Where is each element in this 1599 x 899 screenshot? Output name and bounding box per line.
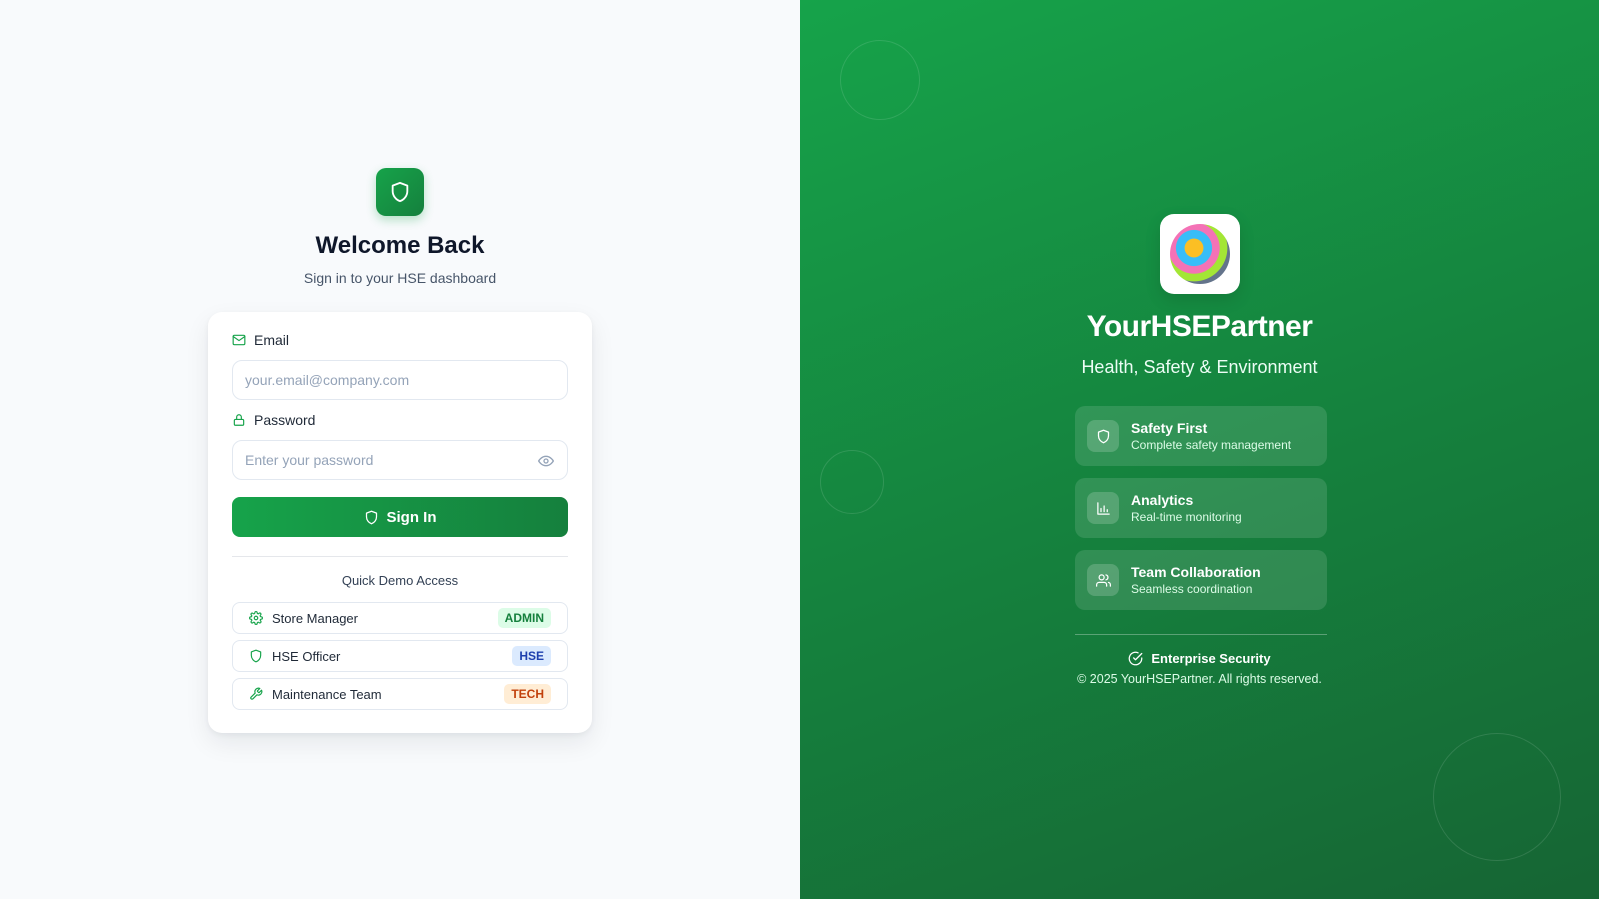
users-icon	[1087, 564, 1119, 596]
feature-title: Analytics	[1131, 492, 1194, 508]
feature-desc: Real-time monitoring	[1131, 510, 1242, 524]
page-title: Welcome Back	[315, 232, 485, 259]
demo-store-manager-button[interactable]: Store Manager ADMIN	[232, 602, 568, 634]
demo-hse-officer-button[interactable]: HSE Officer HSE	[232, 640, 568, 672]
bar-chart-icon	[1087, 492, 1119, 524]
login-card: Email Password Sign In Quick Demo Access…	[208, 312, 592, 733]
password-label-text: Password	[254, 412, 316, 428]
brand-logo	[1160, 214, 1240, 294]
brand-logo-image	[1170, 224, 1230, 284]
feature-title: Team Collaboration	[1131, 564, 1261, 580]
email-input[interactable]	[232, 360, 568, 400]
security-label: Enterprise Security	[1151, 651, 1271, 666]
login-panel: Welcome Back Sign in to your HSE dashboa…	[0, 0, 800, 899]
feature-title: Safety First	[1131, 420, 1208, 436]
feature-card-analytics: Analytics Real-time monitoring	[1075, 478, 1327, 538]
shield-icon	[250, 649, 262, 663]
decorative-circle	[1433, 733, 1561, 861]
shield-logo-icon	[376, 168, 424, 216]
sign-in-label: Sign In	[386, 508, 437, 526]
email-label: Email	[232, 332, 289, 348]
copyright: © 2025 YourHSEPartner. All rights reserv…	[1077, 672, 1322, 686]
role-badge: ADMIN	[497, 608, 551, 628]
decorative-circle	[840, 40, 920, 120]
lock-icon	[233, 414, 245, 426]
demo-account-name: Maintenance Team	[272, 686, 382, 702]
password-input[interactable]	[232, 440, 568, 480]
feature-card-safety: Safety First Complete safety management	[1075, 406, 1327, 466]
role-badge: HSE	[512, 646, 551, 666]
wrench-icon	[250, 687, 263, 700]
demo-account-name: HSE Officer	[272, 648, 341, 664]
mail-icon	[232, 334, 246, 346]
decorative-circle	[820, 450, 884, 514]
eye-icon[interactable]	[538, 453, 554, 469]
shield-icon	[1087, 420, 1119, 452]
brand-name: YourHSEPartner	[1086, 310, 1313, 343]
sign-in-button[interactable]: Sign In	[232, 497, 568, 537]
password-label: Password	[232, 412, 315, 428]
security-badge: Enterprise Security	[800, 651, 1599, 666]
divider	[1075, 634, 1327, 635]
role-badge: TECH	[504, 684, 551, 704]
demo-maintenance-team-button[interactable]: Maintenance Team TECH	[232, 678, 568, 710]
quick-demo-label: Quick Demo Access	[341, 573, 459, 588]
brand-panel: YourHSEPartner Health, Safety & Environm…	[800, 0, 1599, 899]
check-circle-icon	[1129, 651, 1143, 666]
feature-desc: Seamless coordination	[1131, 582, 1253, 596]
divider	[232, 556, 568, 557]
email-label-text: Email	[254, 332, 290, 348]
shield-icon	[365, 510, 377, 524]
feature-card-team: Team Collaboration Seamless coordination	[1075, 550, 1327, 610]
demo-account-name: Store Manager	[272, 610, 358, 626]
page-subtitle: Sign in to your HSE dashboard	[303, 270, 497, 286]
gear-icon	[249, 611, 263, 625]
brand-tagline: Health, Safety & Environment	[1081, 357, 1318, 377]
feature-desc: Complete safety management	[1131, 438, 1292, 452]
